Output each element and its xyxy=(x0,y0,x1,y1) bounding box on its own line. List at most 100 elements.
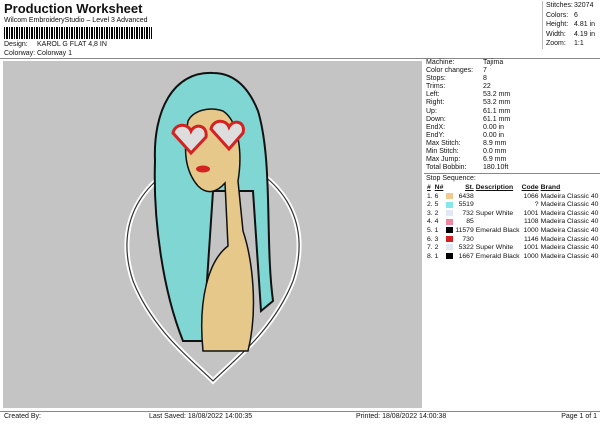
color-swatch xyxy=(446,210,454,217)
summary-value: 4.19 in xyxy=(574,30,596,38)
thread-code: 1001 xyxy=(523,244,539,252)
stop-number: 3. xyxy=(427,209,433,217)
detail-row: Machine: Tajima xyxy=(424,59,600,67)
table-row: 8. 1 1667 Emerald Black 1000 Madeira Classic… xyxy=(426,252,599,261)
needle-number: 4 xyxy=(434,218,439,226)
details-panel: Machine: Tajima Color changes: 7 Stops: 8 Trim… xyxy=(424,59,600,261)
thread-brand: Madeira Classic 40 xyxy=(540,209,599,217)
detail-label: Stops: xyxy=(426,75,446,83)
thread-code: 1000 xyxy=(523,252,539,260)
detail-value: 8 xyxy=(483,75,487,83)
detail-value: 7 xyxy=(483,67,487,75)
summary-label: Zoom: xyxy=(546,40,566,48)
detail-label: Left: xyxy=(426,91,440,99)
detail-value: 180.10ft xyxy=(483,164,509,172)
summary-value: 4.81 in xyxy=(574,21,596,29)
thread-brand: Madeira Classic 40 xyxy=(540,235,599,243)
needle: 5 xyxy=(434,201,455,210)
needle: 2 xyxy=(434,243,455,252)
detail-row: EndX: 0.00 in xyxy=(424,124,600,132)
summary-row: Zoom: 1:1 xyxy=(546,39,600,49)
detail-value: 53.2 mm xyxy=(483,91,511,99)
thread-code: 1108 xyxy=(523,218,539,226)
detail-label: Up: xyxy=(426,107,437,115)
detail-label: Down: xyxy=(426,115,446,123)
summary-label: Stitches: xyxy=(546,2,573,9)
colorway-value: Colorway 1 xyxy=(37,50,73,57)
last-saved: Last Saved: 18/08/2022 14:00:35 xyxy=(149,413,253,420)
lips xyxy=(196,165,210,173)
needle: 6 xyxy=(434,192,455,201)
column-header: Brand xyxy=(540,184,561,192)
column-header: St. xyxy=(465,184,474,192)
stitch-count: 5322 xyxy=(458,244,474,252)
divider xyxy=(0,411,600,412)
detail-row: Color changes: 7 xyxy=(424,67,600,75)
needle: 1 xyxy=(434,252,455,261)
detail-row: EndY: 0.00 in xyxy=(424,132,600,140)
description xyxy=(475,235,521,244)
detail-value: 61.1 mm xyxy=(483,115,511,123)
table-row: 6. 3 730 1146 Madeira Classic 40 xyxy=(426,235,599,244)
thread-brand: Madeira Classic 40 xyxy=(540,192,599,200)
description xyxy=(475,192,521,201)
summary-label: Width: xyxy=(546,30,566,38)
color-swatch xyxy=(446,201,454,208)
needle-number: 5 xyxy=(434,201,439,209)
column-header: # xyxy=(427,184,431,192)
thread-code: 1146 xyxy=(523,235,539,243)
summary-box: Stitches: 32074 Colors: 6 Height: 4.81 in Widt… xyxy=(542,1,600,49)
color-swatch xyxy=(446,253,454,260)
description xyxy=(475,218,521,227)
thread-code: 1066 xyxy=(523,192,539,200)
thread-code: 1001 xyxy=(523,209,539,217)
colorway: Colorway: Colorway 1 xyxy=(4,50,72,57)
design-name: Design: KAROL G FLAT 4,8 IN xyxy=(4,41,107,48)
summary-row: Stitches: 32074 xyxy=(546,1,600,11)
stop-number: 5. xyxy=(427,227,433,235)
needle-number: 6 xyxy=(434,192,439,200)
detail-label: Total Bobbin: xyxy=(426,164,467,172)
table-row: 3. 2 732 Super White 1001 Madeira Classic 40 xyxy=(426,209,599,218)
detail-row: Down: 61.1 mm xyxy=(424,116,600,124)
software-name: Wilcom EmbroideryStudio – Level 3 Advanc… xyxy=(4,17,148,24)
summary-value: 6 xyxy=(574,11,578,19)
stop-number: 4. xyxy=(427,218,433,226)
detail-row: Left: 53.2 mm xyxy=(424,91,600,99)
description: Super White xyxy=(475,209,514,217)
color-swatch xyxy=(446,218,454,225)
detail-value: 0.0 mm xyxy=(483,148,507,156)
needle-number: 1 xyxy=(434,252,439,260)
color-swatch xyxy=(446,192,454,199)
stop-number: 1. xyxy=(427,192,433,200)
table-row: 7. 2 5322 Super White 1001 Madeira Classic 4… xyxy=(426,243,599,252)
summary-label: Height: xyxy=(546,21,569,29)
summary-row: Colors: 6 xyxy=(546,11,600,21)
description: Emerald Black xyxy=(475,227,520,235)
needle-number: 2 xyxy=(434,209,439,217)
created-by: Created By: xyxy=(4,413,41,420)
description: Super White xyxy=(475,244,514,252)
table-row: 2. 5 5519? Madeira Classic 40 xyxy=(426,201,599,210)
stitch-count: 5519 xyxy=(458,201,474,209)
column-header: N# xyxy=(434,184,444,192)
stitch-count: 11579 xyxy=(455,227,474,235)
summary-value: 32074 xyxy=(574,2,594,9)
design-preview xyxy=(3,61,422,408)
design-value: KAROL G FLAT 4,8 IN xyxy=(37,41,107,48)
detail-row: Max Stitch: 8.9 mm xyxy=(424,140,600,148)
summary-row: Width: 4.19 in xyxy=(546,30,600,40)
column-header: Code xyxy=(521,184,539,192)
detail-label: EndX: xyxy=(426,123,446,131)
colorway-label: Colorway: xyxy=(4,50,36,57)
stitch-count: 6438 xyxy=(458,192,474,200)
thread-brand: Madeira Classic 40 xyxy=(540,244,599,252)
table-row: 1. 6 6438 1066 Madeira Classic 40 xyxy=(426,192,599,201)
needle-number: 1 xyxy=(434,227,439,235)
needle: 1 xyxy=(434,226,455,235)
thread-brand: Madeira Classic 40 xyxy=(540,252,599,260)
description xyxy=(475,201,521,210)
stitch-count: 85 xyxy=(466,218,474,226)
detail-row: Stops: 8 xyxy=(424,75,600,83)
table-row: 5. 1 11579 Emerald Black 1000 Madeira Classi… xyxy=(426,226,599,235)
